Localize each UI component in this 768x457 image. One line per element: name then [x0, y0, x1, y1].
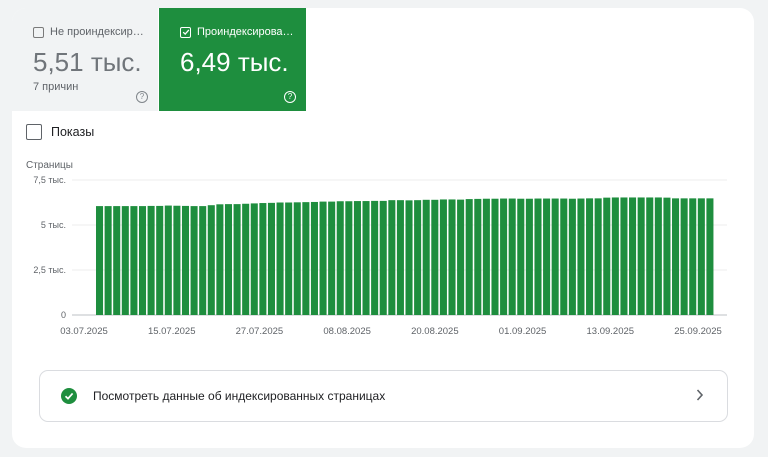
chart-bar [207, 205, 215, 315]
y-tick-label: 7,5 тыс. [33, 175, 66, 185]
chart-bar [465, 199, 473, 315]
chart-bar [491, 198, 499, 315]
chart-bar [267, 202, 275, 315]
x-tick-label: 13.09.2025 [587, 326, 635, 337]
chart-bar [396, 200, 404, 315]
chart-bar [319, 201, 327, 315]
indexing-report-card: Не проиндексир… 5,51 тыс. 7 причин ? Про… [12, 8, 754, 448]
x-tick-label: 20.08.2025 [411, 326, 459, 337]
chart-bar [130, 206, 138, 315]
chart-bar [543, 198, 551, 315]
chart-bar [121, 206, 129, 315]
check-circle-icon [61, 388, 77, 404]
chart-bar [439, 199, 447, 315]
chart-bar [104, 206, 112, 315]
chart-bar [431, 199, 439, 315]
chart-bar [242, 203, 250, 315]
chart-bar [302, 202, 310, 315]
chart-bar [586, 198, 594, 315]
chart-bar [414, 200, 422, 315]
x-tick-label: 27.07.2025 [236, 326, 284, 337]
chart-bar [534, 198, 542, 315]
chart-bar [345, 201, 353, 315]
chart-bar [371, 200, 379, 315]
x-tick-label: 01.09.2025 [499, 326, 547, 337]
chart-bar [233, 204, 241, 315]
chart-bar [500, 198, 508, 315]
chart-bar [216, 204, 224, 315]
x-tick-label: 15.07.2025 [148, 326, 196, 337]
chart-bar [457, 199, 465, 315]
chart-bar [646, 197, 654, 315]
chart-bar [620, 197, 628, 315]
chart-bar [672, 198, 680, 315]
chart-bar [611, 197, 619, 315]
chart-bar [310, 201, 318, 315]
chart-bar [164, 205, 172, 315]
chart-bar [276, 202, 284, 315]
chart-bar [568, 198, 576, 315]
chart-bar [138, 206, 147, 315]
chart-bar [224, 204, 233, 315]
chart-bar [336, 201, 344, 315]
chart-bar [328, 201, 336, 315]
chart-bar [577, 198, 585, 315]
x-tick-label: 25.09.2025 [674, 326, 722, 337]
view-indexed-pages-row[interactable]: Посмотреть данные об индексированных стр… [39, 370, 728, 422]
chart-bar [629, 197, 637, 315]
view-indexed-pages-text: Посмотреть данные об индексированных стр… [93, 389, 386, 403]
chart-bar [199, 206, 207, 315]
chart-bar [379, 200, 387, 315]
chart-bar [190, 206, 198, 315]
chart-bar [422, 199, 430, 315]
chart-bar [388, 200, 396, 315]
chart-bar [113, 206, 121, 315]
chart-bar [560, 198, 568, 315]
x-tick-label: 03.07.2025 [60, 326, 108, 337]
chart-bar [405, 200, 413, 315]
chart-bar [689, 198, 697, 315]
chevron-right-icon[interactable] [695, 388, 705, 407]
chart-bar [250, 203, 258, 315]
chart-bar [654, 197, 662, 315]
chart-bar [293, 202, 301, 315]
chart-bar [181, 205, 190, 315]
chart-bar [637, 197, 645, 315]
chart-bar [259, 203, 267, 315]
chart-bar [474, 198, 482, 315]
chart-bar [482, 198, 490, 315]
chart-bar [680, 198, 688, 315]
chart-bar [353, 201, 361, 315]
chart-bar [508, 198, 516, 315]
chart-bar [697, 198, 705, 315]
y-tick-label: 5 тыс. [41, 220, 66, 230]
chart-bar [551, 198, 559, 315]
chart-bar [96, 206, 104, 315]
chart-bar [517, 198, 525, 315]
chart-bar [156, 205, 164, 315]
chart-bar [594, 198, 602, 315]
chart-bar [285, 202, 293, 315]
chart-bar [448, 199, 456, 315]
chart-bar [603, 197, 611, 315]
indexed-pages-chart: 0 2,5 тыс. 5 тыс. 7,5 тыс. 03.07.2025 15.07.2… [33, 175, 727, 337]
y-tick-label: 2,5 тыс. [33, 265, 66, 275]
chart-bar [147, 205, 155, 315]
chart-bar [706, 198, 714, 315]
chart-bar [663, 197, 671, 315]
chart-bar [173, 205, 181, 315]
chart-bar [525, 198, 533, 315]
y-tick-label: 0 [61, 310, 66, 320]
chart-bar [362, 201, 370, 315]
x-tick-label: 08.08.2025 [323, 326, 371, 337]
